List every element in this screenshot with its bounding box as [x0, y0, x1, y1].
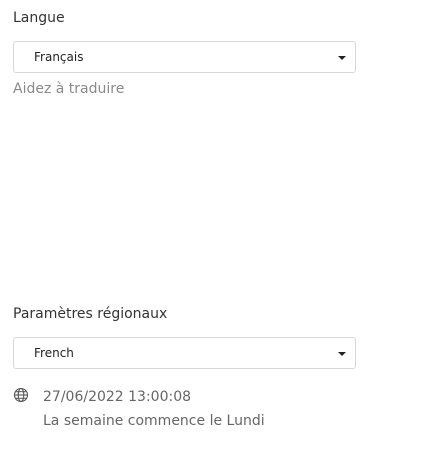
language-heading: Langue: [13, 10, 65, 26]
chevron-down-icon: [338, 352, 346, 356]
globe-icon: [13, 387, 29, 403]
language-select-value: Français: [34, 50, 84, 64]
locale-sample-datetime: 27/06/2022 13:00:08: [43, 389, 192, 405]
regional-heading: Paramètres régionaux: [13, 306, 168, 322]
chevron-down-icon: [338, 56, 346, 60]
regional-select[interactable]: French: [13, 337, 356, 369]
help-translate-link[interactable]: Aidez à traduire: [13, 81, 124, 97]
week-start-text: La semaine commence le Lundi: [43, 413, 265, 429]
language-select[interactable]: Français: [13, 41, 356, 73]
regional-select-value: French: [34, 346, 74, 360]
